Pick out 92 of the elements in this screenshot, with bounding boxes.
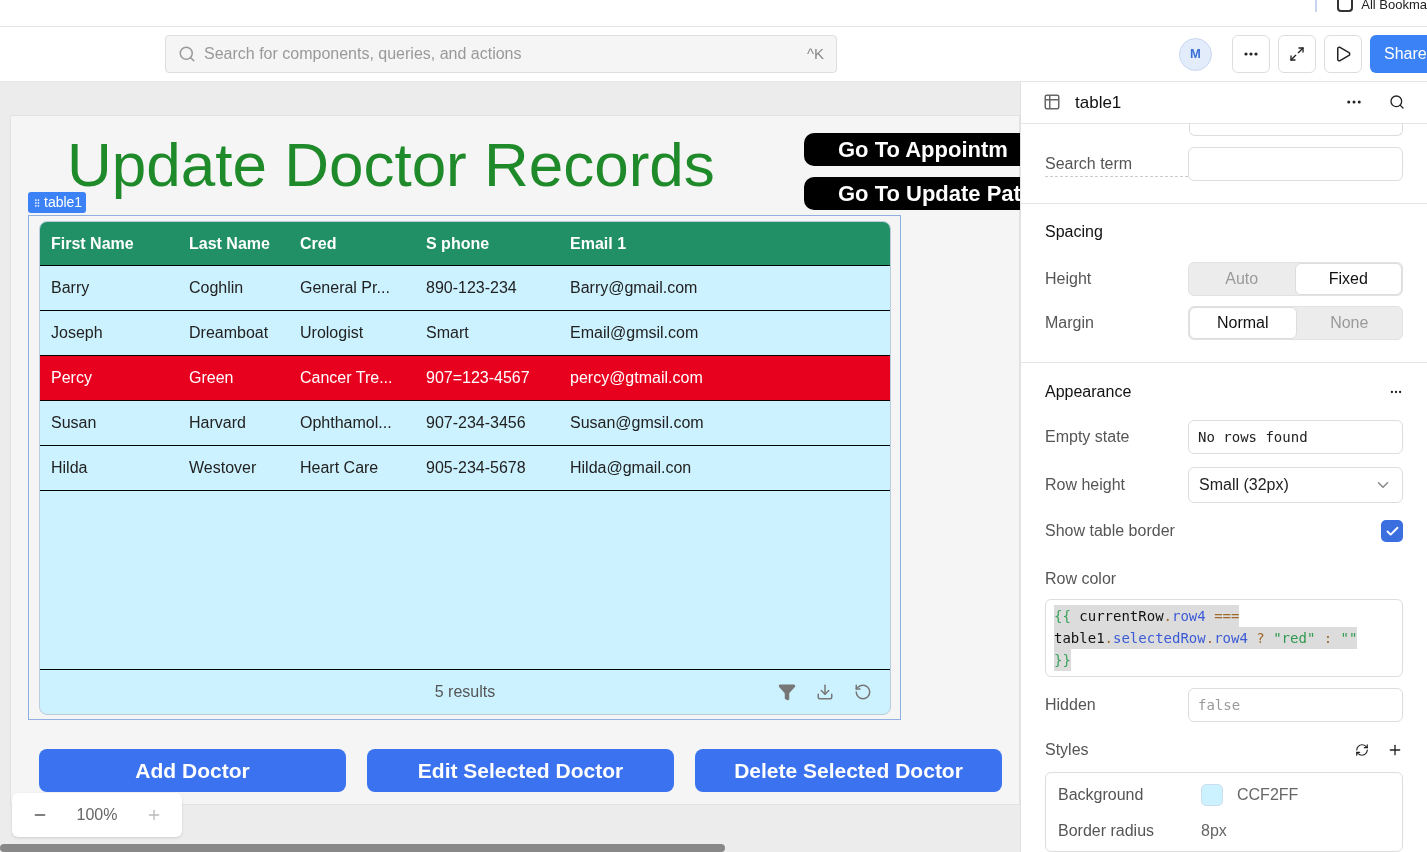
table-cell-text: Green <box>188 368 235 388</box>
table-cell-text: General Pr... <box>299 278 391 298</box>
field-label: Row color <box>1045 569 1118 589</box>
action-button[interactable]: Add Doctor <box>39 749 346 792</box>
code-editor[interactable]: {{ currentRow.row4 === table1.selectedRow.row4 ? "red" : "" }} <box>1045 599 1403 677</box>
table-cell-text: 907=123-4567 <box>425 368 531 388</box>
nav-button[interactable]: Go To Appointm <box>804 133 1020 166</box>
color-swatch[interactable] <box>1201 784 1223 806</box>
radius-value: 8px <box>1201 821 1227 841</box>
field-label: Hidden <box>1045 695 1097 715</box>
section-heading: Styles <box>1045 740 1089 760</box>
table-icon <box>1043 93 1061 112</box>
bookmark-folder-icon <box>1337 0 1354 12</box>
table-cell-text: 907-234-3456 <box>425 413 527 433</box>
table-cell-text: Harvard <box>188 413 247 433</box>
empty-state-input[interactable]: No rows found <box>1188 420 1403 454</box>
table-cell-text: 890-123-234 <box>425 278 518 298</box>
table-cell-text: 905-234-5678 <box>425 458 527 478</box>
results-count: 5 results <box>434 682 496 702</box>
table-cell-text: Email@gmsil.com <box>569 323 700 343</box>
search-icon[interactable] <box>1389 94 1405 111</box>
style-label: Border radius <box>1058 821 1156 841</box>
checkbox[interactable] <box>1381 520 1403 542</box>
more-icon <box>1244 52 1258 56</box>
column-header[interactable]: Email 1 <box>559 231 890 256</box>
cut-off-field[interactable] <box>1189 122 1403 136</box>
share-button[interactable]: Share <box>1370 35 1427 73</box>
table-cell-text: Barry <box>50 278 91 298</box>
preview-button[interactable] <box>1324 35 1362 73</box>
section-heading: Spacing <box>1045 222 1104 242</box>
scrollbar[interactable] <box>0 844 725 852</box>
field-label: Show table border <box>1045 521 1175 541</box>
segment-option[interactable]: Normal <box>1189 307 1297 339</box>
table-cell-text: Heart Care <box>299 458 380 478</box>
zoom-level: 100% <box>76 805 118 825</box>
bookmarks-label[interactable]: All Bookma <box>1361 0 1427 11</box>
segment-option[interactable]: Auto <box>1189 263 1295 295</box>
filter-icon[interactable] <box>778 683 796 701</box>
table-cell-text: Susan@gmsil.com <box>569 413 705 433</box>
field-label: Search term <box>1045 151 1188 177</box>
field-label: Margin <box>1045 313 1095 333</box>
table-cell-text: Hilda <box>50 458 89 478</box>
table-row[interactable]: Hilda Westover Heart Care 905-234-5678 Hilda@gmail.con <box>40 446 890 491</box>
column-header[interactable]: S phone <box>415 231 559 256</box>
panel-title: table1 <box>1075 91 1122 114</box>
table-cell-text: Dreamboat <box>188 323 270 343</box>
reset-icon[interactable] <box>1355 743 1369 757</box>
column-header[interactable]: Last Name <box>178 231 289 256</box>
play-icon <box>1334 45 1352 63</box>
table-cell-text: percy@gtmail.com <box>569 368 704 388</box>
table-row[interactable]: Susan Harvard Ophthamol... 907-234-3456 Susan@gmsil.com <box>40 401 890 446</box>
action-button[interactable]: Delete Selected Doctor <box>695 749 1002 792</box>
color-value: CCF2FF <box>1237 785 1299 805</box>
column-header[interactable]: Cred <box>289 231 415 256</box>
download-icon[interactable] <box>816 683 834 701</box>
search-input[interactable]: Search for components, queries, and actions <box>204 42 799 66</box>
table-cell-text: Susan <box>50 413 98 433</box>
search-icon <box>178 45 196 63</box>
table-cell-text: Ophthamol... <box>299 413 393 433</box>
segment-option[interactable]: None <box>1296 307 1402 339</box>
expand-icon <box>1289 46 1305 62</box>
shortcut-hint: ^K <box>806 43 824 64</box>
table-cell-text: Percy <box>50 368 93 388</box>
table-cell-text: Coghlin <box>188 278 245 298</box>
table-cell-text: Smart <box>425 323 470 343</box>
field-label: Height <box>1045 269 1093 289</box>
add-icon[interactable] <box>1387 742 1403 758</box>
table-row[interactable]: Percy Green Cancer Tre... 907=123-4567 percy@gtmail.com <box>40 356 890 401</box>
field-label: Row height <box>1045 475 1127 495</box>
more-button[interactable] <box>1232 35 1270 73</box>
field-label: Empty state <box>1045 427 1131 447</box>
table-row[interactable]: Barry Coghlin General Pr... 890-123-234 Barry@gmail.com <box>40 266 890 311</box>
table-cell-text: Cancer Tre... <box>299 368 394 388</box>
table-cell-text: Joseph <box>50 323 104 343</box>
fullscreen-button[interactable] <box>1278 35 1316 73</box>
refresh-icon[interactable] <box>854 683 872 701</box>
drag-handle-icon[interactable] <box>32 197 42 208</box>
table-cell-text: Westover <box>188 458 258 478</box>
user-avatar[interactable]: M <box>1179 37 1212 71</box>
table-cell-text: Hilda@gmail.con <box>569 458 693 478</box>
nav-button[interactable]: Go To Update Pat <box>804 177 1020 210</box>
search-term-input[interactable] <box>1188 147 1403 181</box>
search-field[interactable]: Search for components, queries, and actions ^K <box>165 35 837 73</box>
section-heading: Appearance <box>1045 382 1132 402</box>
table-cell-text: Urologist <box>299 323 365 343</box>
action-button[interactable]: Edit Selected Doctor <box>367 749 674 792</box>
row-height-select[interactable]: Small (32px) <box>1188 467 1403 503</box>
style-label: Background <box>1058 785 1145 805</box>
segment-option[interactable]: Fixed <box>1294 263 1402 295</box>
table-cell-text: Barry@gmail.com <box>569 278 699 298</box>
hidden-input[interactable]: false <box>1188 688 1403 722</box>
column-header[interactable]: First Name <box>40 231 178 256</box>
